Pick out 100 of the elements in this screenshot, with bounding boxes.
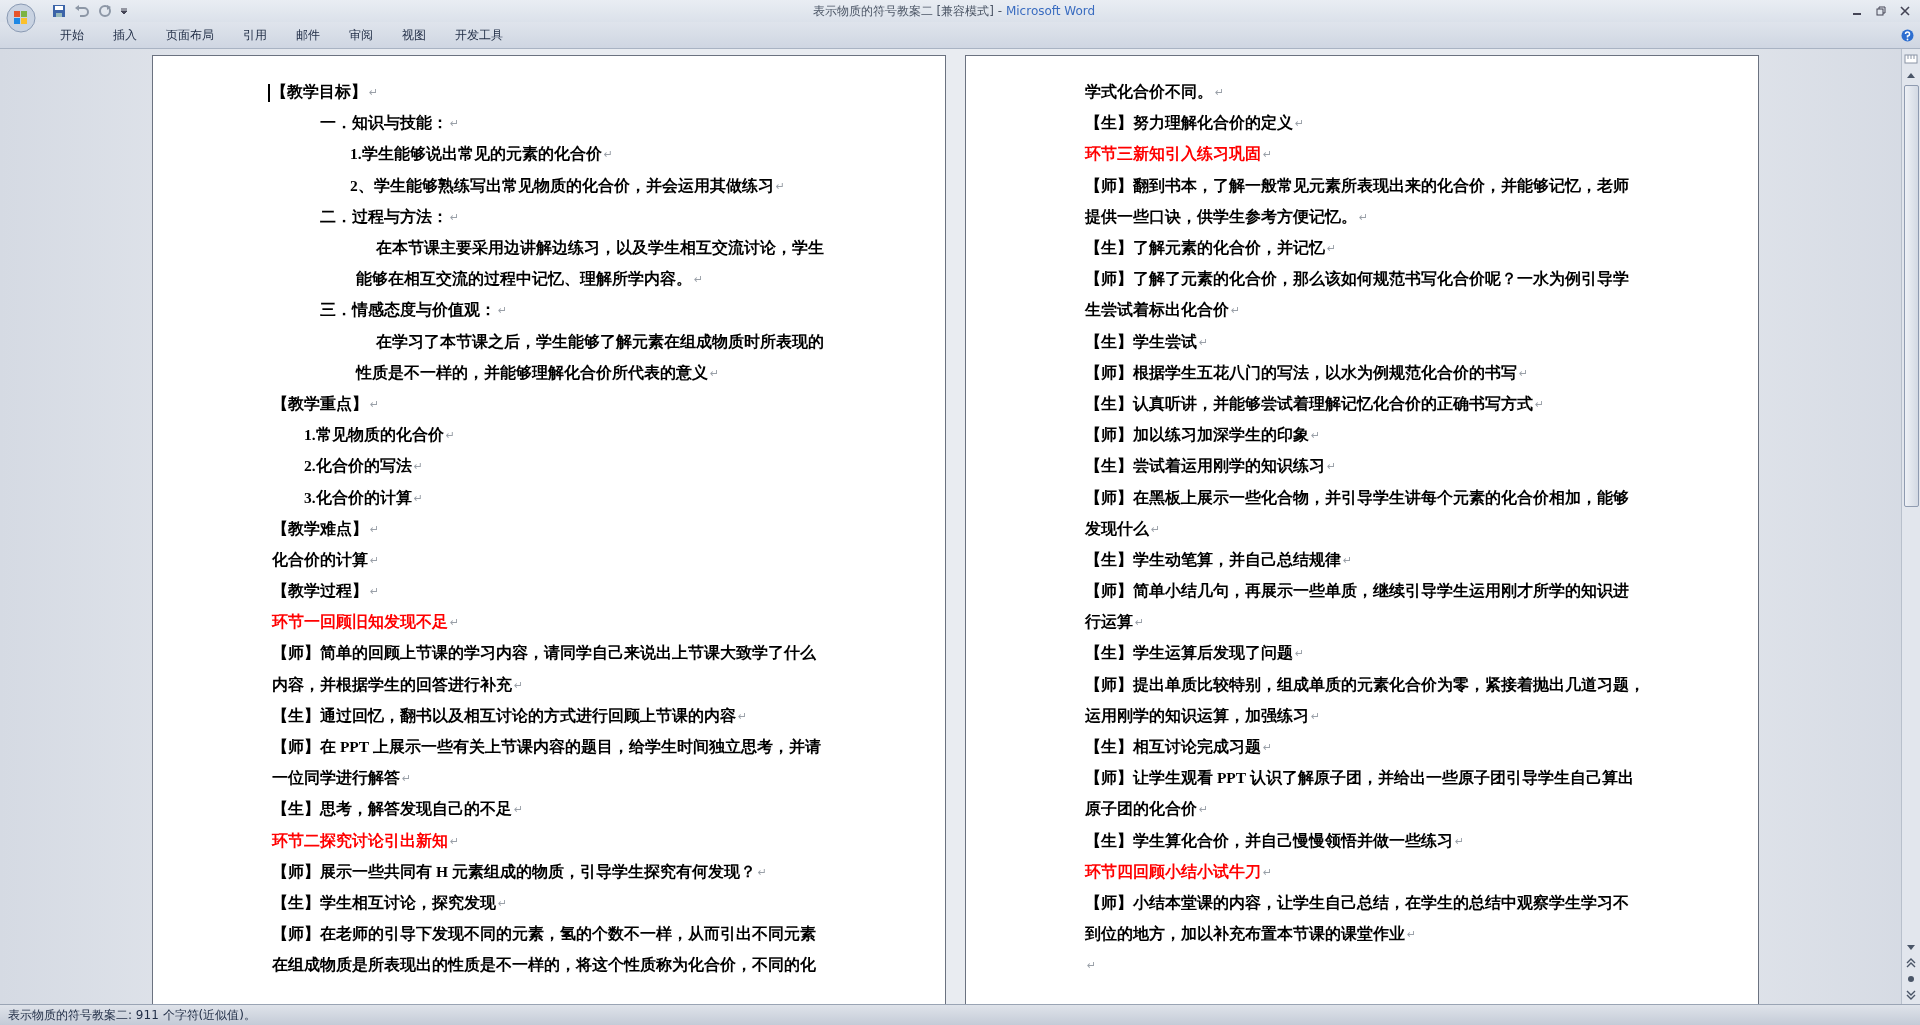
paragraph-mark: ↵: [1151, 522, 1161, 536]
paragraph-mark: ↵: [1087, 959, 1097, 973]
vertical-scrollbar[interactable]: [1901, 49, 1920, 1004]
text-line: 原子团的化合价: [1085, 799, 1197, 820]
paragraph-mark: ↵: [603, 148, 613, 162]
paragraph-mark: ↵: [370, 585, 380, 599]
text-line: 发现什么: [1085, 518, 1149, 539]
paragraph-mark: ↵: [1199, 803, 1209, 817]
text-line: 1.常见物质的化合价: [304, 425, 444, 446]
text-line: 2.化合价的写法: [304, 456, 412, 477]
paragraph-mark: ↵: [738, 709, 748, 723]
paragraph-mark: ↵: [1311, 429, 1321, 443]
help-icon[interactable]: [1901, 28, 1914, 42]
text-line: 【生】尝试着运用刚学的知识练习: [1085, 456, 1325, 477]
text-line: 内容，并根据学生的回答进行补充: [272, 674, 512, 695]
status-text: 表示物质的符号教案二: 911 个字符(近似值)。: [8, 1006, 256, 1024]
text-line: 2、学生能够熟练写出常见物质的化合价，并会运用其做练习: [350, 175, 774, 196]
text-line: 【生】学生尝试: [1085, 331, 1197, 352]
text-line: 能够在相互交流的过程中记忆、理解所学内容。: [356, 269, 692, 290]
paragraph-mark: ↵: [1327, 242, 1337, 256]
app-name: Microsoft Word: [1005, 3, 1096, 18]
paragraph-mark: ↵: [694, 273, 704, 287]
text-line: 【师】根据学生五花八门的写法，以水为例规范化合价的书写: [1085, 362, 1517, 383]
text-line: 【师】简单的回顾上节课的学习内容，请同学自己来说出上节课大致学了什么: [272, 643, 816, 664]
paragraph-mark: ↵: [1295, 647, 1305, 661]
paragraph-mark: ↵: [369, 86, 379, 100]
text-line: 【生】相互讨论完成习题: [1085, 737, 1261, 758]
ribbon-tab[interactable]: 视图: [390, 24, 438, 46]
paragraph-mark: ↵: [370, 522, 380, 536]
ruler-toggle-icon[interactable]: [1904, 53, 1918, 65]
paragraph-mark: ↵: [413, 460, 423, 474]
paragraph-mark: ↵: [1263, 741, 1273, 755]
restore-icon[interactable]: [1876, 6, 1886, 16]
text-line: 3.化合价的计算: [304, 487, 412, 508]
stage-heading: 环节四回顾小结小试牛刀: [1085, 861, 1261, 882]
text-line: 一位同学进行解答: [272, 768, 400, 789]
browse-object-icon[interactable]: [1906, 974, 1916, 984]
text-line: 【师】了解了元素的化合价，那么该如何规范书写化合价呢？一水为例引导学: [1085, 269, 1629, 290]
paragraph-mark: ↵: [1215, 86, 1225, 100]
paragraph-mark: ↵: [445, 429, 455, 443]
text-line: 【教学难点】: [272, 518, 368, 539]
ribbon-tab[interactable]: 开始: [48, 24, 96, 46]
dropdown-icon[interactable]: [120, 7, 128, 15]
paragraph-mark: ↵: [1231, 304, 1241, 318]
ribbon-tab[interactable]: 页面布局: [154, 24, 226, 46]
text-line: 【生】思考，解答发现自己的不足: [272, 799, 512, 820]
next-page-icon[interactable]: [1906, 990, 1916, 1000]
paragraph-mark: ↵: [757, 865, 768, 879]
text-line: 1.学生能够说出常见的元素的化合价: [350, 144, 602, 165]
text-line: 性质是不一样的，并能够理解化合价所代表的意义: [356, 362, 708, 383]
close-icon[interactable]: [1900, 6, 1910, 16]
paragraph-mark: ↵: [450, 616, 460, 630]
ribbon-tab[interactable]: 引用: [231, 24, 279, 46]
text-line: 到位的地方，加以补充布置本节课的课堂作业: [1085, 924, 1405, 945]
paragraph-mark: ↵: [1263, 865, 1273, 879]
stage-heading: 环节一回顾旧知发现不足: [272, 612, 448, 633]
paragraph-mark: ↵: [514, 803, 524, 817]
paragraph-mark: ↵: [450, 117, 460, 131]
paragraph-mark: ↵: [413, 491, 423, 505]
paragraph-mark: ↵: [1311, 709, 1321, 723]
text-line: 【教学重点】: [272, 393, 368, 414]
paragraph-mark: ↵: [450, 210, 460, 224]
text-line: 化合价的计算: [272, 549, 368, 570]
text-line: 【生】了解元素的化合价，并记忆: [1085, 238, 1325, 259]
paragraph-mark: ↵: [1343, 553, 1353, 567]
paragraph-mark: ↵: [710, 366, 720, 380]
scroll-down-icon[interactable]: [1906, 944, 1916, 952]
ribbon-tab[interactable]: 插入: [101, 24, 149, 46]
text-line: 行运算: [1085, 612, 1133, 633]
paragraph-mark: ↵: [1455, 834, 1465, 848]
text-line: 【生】学生运算后发现了问题: [1085, 643, 1293, 664]
ribbon-tab[interactable]: 审阅: [337, 24, 385, 46]
paragraph-mark: ↵: [1359, 210, 1369, 224]
text-line: 运用刚学的知识运算，加强练习: [1085, 705, 1309, 726]
save-icon[interactable]: [52, 4, 66, 18]
text-line: 生尝试着标出化合价: [1085, 300, 1229, 321]
text-line: 【师】让学生观看 PPT 认识了解原子团，并给出一些原子团引导学生自己算出: [1085, 768, 1634, 789]
paragraph-mark: ↵: [1407, 928, 1417, 942]
paragraph-mark: ↵: [1263, 148, 1273, 162]
paragraph-mark: ↵: [1327, 460, 1337, 474]
paragraph-mark: ↵: [498, 304, 508, 318]
paragraph-mark: ↵: [775, 179, 785, 193]
paragraph-mark: ↵: [1519, 366, 1529, 380]
text-line: 【师】翻到书本，了解一般常见元素所表现出来的化合价，并能够记忆，老师: [1085, 175, 1629, 196]
previous-page-icon[interactable]: [1906, 958, 1916, 968]
paragraph-mark: ↵: [1199, 335, 1209, 349]
text-line: 【教学过程】: [272, 581, 368, 602]
paragraph-mark: ↵: [402, 772, 412, 786]
text-line: 在本节课主要采用边讲解边练习，以及学生相互交流讨论，学生: [376, 238, 824, 259]
ribbon-tab[interactable]: 开发工具: [443, 24, 515, 46]
ribbon-tab[interactable]: 邮件: [284, 24, 332, 46]
text-line: 【师】提出单质比较特别，组成单质的元素化合价为零，紧接着抛出几道习题，: [1085, 674, 1645, 695]
paragraph-mark: ↵: [450, 834, 460, 848]
paragraph-mark: ↵: [370, 553, 380, 567]
paragraph-mark: ↵: [1135, 616, 1145, 630]
text-line: 在学习了本节课之后，学生能够了解元素在组成物质时所表现的: [376, 331, 824, 352]
scroll-up-icon[interactable]: [1906, 71, 1916, 79]
text-line: 【生】学生算化合价，并自己慢慢领悟并做一些练习: [1085, 830, 1453, 851]
scroll-thumb[interactable]: [1903, 85, 1919, 507]
text-line: 【师】在 PPT 上展示一些有关上节课内容的题目，给学生时间独立思考，并请: [272, 737, 821, 758]
